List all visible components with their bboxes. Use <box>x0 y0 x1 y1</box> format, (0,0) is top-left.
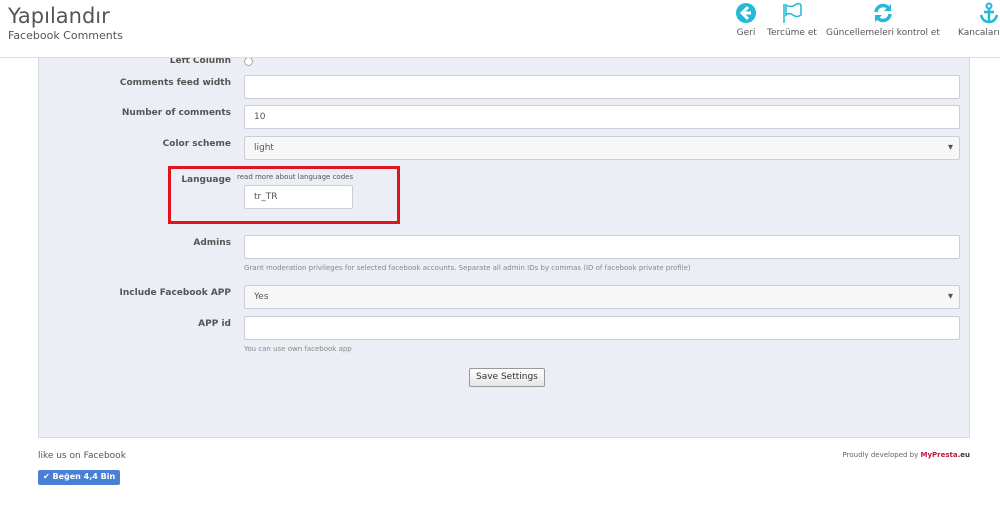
app-id-help: You can use own facebook app <box>244 345 352 353</box>
include-app-value: Yes <box>254 292 269 302</box>
like-us-text: like us on Facebook <box>38 451 126 461</box>
highlight-box <box>168 166 400 224</box>
admins-label: Admins <box>193 238 231 248</box>
page-header: Yapılandır Facebook Comments Geri Tercüm… <box>0 0 1000 58</box>
left-column-radio[interactable] <box>244 57 253 66</box>
save-settings-button[interactable]: Save Settings <box>469 368 545 387</box>
check-updates-label: Güncellemeleri kontrol et <box>826 28 940 38</box>
check-updates-button[interactable]: Güncellemeleri kontrol et <box>826 2 940 38</box>
app-id-input[interactable] <box>244 316 960 340</box>
dev-text: Proudly developed by <box>842 451 919 459</box>
translate-button[interactable]: Tercüme et <box>767 2 817 38</box>
include-app-select[interactable]: Yes <box>244 285 960 309</box>
num-comments-input[interactable]: 10 <box>244 105 960 129</box>
color-scheme-label: Color scheme <box>162 139 231 149</box>
admins-input[interactable] <box>244 235 960 259</box>
facebook-like-button[interactable]: ✔ Beğen 4,4 Bin <box>38 470 121 485</box>
num-comments-label: Number of comments <box>121 108 231 118</box>
feed-width-input[interactable] <box>244 75 960 99</box>
check-icon: ✔ <box>43 472 53 481</box>
manage-hooks-label: Kancaları yön <box>958 28 1000 38</box>
color-scheme-select[interactable]: light <box>244 136 960 160</box>
color-scheme-value: light <box>254 143 274 153</box>
back-button[interactable]: Geri <box>735 2 757 38</box>
mypresta-suffix: .eu <box>957 451 970 459</box>
mypresta-link[interactable]: MyPresta <box>921 451 958 459</box>
include-app-label: Include Facebook APP <box>119 288 231 298</box>
feed-width-label: Comments feed width <box>119 78 231 88</box>
page-title: Yapılandır <box>8 4 110 28</box>
manage-hooks-button[interactable]: Kancaları yön <box>958 2 1000 38</box>
admins-help: Grant moderation privileges for selected… <box>244 264 691 272</box>
page-subtitle: Facebook Comments <box>8 29 123 42</box>
back-label: Geri <box>736 28 756 38</box>
refresh-icon <box>874 3 892 23</box>
like-button-label: Beğen 4,4 Bin <box>52 472 116 481</box>
settings-panel: Left Column Comments feed width Number o… <box>38 40 970 438</box>
anchor-icon <box>979 2 998 24</box>
app-id-label: APP id <box>198 319 231 329</box>
flag-icon <box>783 2 802 23</box>
back-arrow-icon <box>736 3 756 23</box>
developer-credit: Proudly developed by MyPresta.eu <box>843 451 970 459</box>
translate-label: Tercüme et <box>767 28 817 38</box>
